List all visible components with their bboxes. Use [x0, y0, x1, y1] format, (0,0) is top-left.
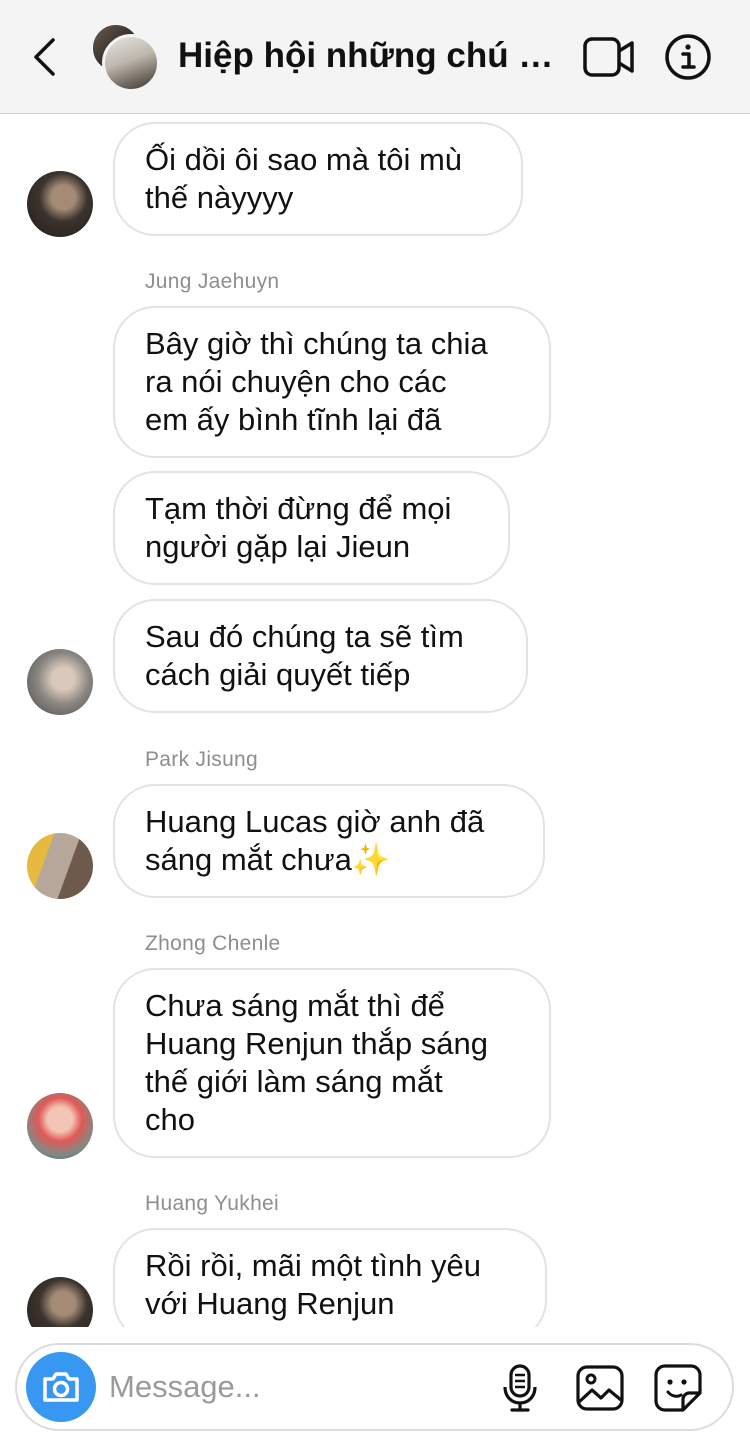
message-text: cho [145, 1102, 195, 1137]
sender-name: Jung Jaehuyn [145, 270, 280, 293]
message-text: ra nói chuyện cho các [145, 364, 447, 399]
chat-title[interactable]: Hiệp hội những chú h... [178, 36, 568, 76]
voice-message-button[interactable] [493, 1361, 547, 1415]
image-icon [576, 1365, 624, 1411]
info-icon [665, 34, 711, 80]
message-text: người gặp lại Jieun [145, 529, 411, 564]
sender-avatar[interactable] [27, 1093, 93, 1159]
message-bubble[interactable]: Chưa sáng mắt thì để Huang Renjun thắp s… [113, 968, 551, 1158]
message-input[interactable] [109, 1365, 479, 1409]
group-avatar[interactable] [90, 22, 162, 94]
message-text: Sau đó chúng ta sẽ tìm [145, 619, 464, 654]
message-text: Chưa sáng mắt thì để [145, 988, 445, 1023]
camera-icon [43, 1372, 79, 1402]
sender-avatar[interactable] [27, 833, 93, 899]
back-button[interactable] [22, 30, 66, 84]
message-text: em ấy bình tĩnh lại đã [145, 402, 442, 437]
sender-avatar[interactable] [27, 1277, 93, 1327]
microphone-icon [503, 1364, 537, 1412]
message-text: Bây giờ thì chúng ta chia [145, 326, 488, 361]
video-call-button[interactable] [582, 34, 636, 80]
message-text: Rồi rồi, mãi một tình yêu [145, 1248, 481, 1283]
message-bubble[interactable]: Sau đó chúng ta sẽ tìm cách giải quyết t… [113, 599, 528, 713]
message-bubble[interactable]: Tạm thời đừng để mọi người gặp lại Jieun [113, 471, 510, 585]
message-bubble[interactable]: Ối dồi ôi sao mà tôi mù thế nàyyyy [113, 122, 523, 236]
sender-name: Huang Yukhei [145, 1192, 279, 1215]
message-text: sáng mắt chưa✨ [145, 842, 391, 877]
message-text: cách giải quyết tiếp [145, 657, 411, 692]
sticker-button[interactable] [651, 1361, 705, 1415]
gallery-button[interactable] [573, 1361, 627, 1415]
info-button[interactable] [664, 33, 712, 81]
message-composer [15, 1343, 734, 1431]
message-text: Huang Renjun thắp sáng [145, 1026, 488, 1061]
message-text: với Huang Renjun [145, 1286, 395, 1321]
sticker-icon [654, 1364, 702, 1412]
message-bubble[interactable]: Rồi rồi, mãi một tình yêu với Huang Renj… [113, 1228, 547, 1327]
sender-avatar[interactable] [27, 171, 93, 237]
chevron-left-icon [34, 38, 55, 76]
message-text: Huang Lucas giờ anh đã [145, 804, 485, 839]
message-text: thế giới làm sáng mắt [145, 1064, 443, 1099]
sender-name: Park Jisung [145, 748, 259, 771]
message-bubble[interactable]: Bây giờ thì chúng ta chia ra nói chuyện … [113, 306, 551, 458]
video-camera-icon [583, 37, 634, 77]
sender-avatar[interactable] [27, 649, 93, 715]
message-text: Tạm thời đừng để mọi [145, 491, 452, 526]
member-avatar [102, 34, 160, 92]
chat-header: Hiệp hội những chú h... [0, 0, 750, 114]
message-text: thế nàyyyy [145, 180, 294, 215]
message-thread[interactable]: Ối dồi ôi sao mà tôi mù thế nàyyyy Jung … [0, 115, 750, 1327]
message-bubble[interactable]: Huang Lucas giờ anh đã sáng mắt chưa✨ [113, 784, 545, 898]
message-text: Ối dồi ôi sao mà tôi mù [145, 142, 463, 177]
camera-button[interactable] [26, 1352, 96, 1422]
sender-name: Zhong Chenle [145, 932, 281, 955]
